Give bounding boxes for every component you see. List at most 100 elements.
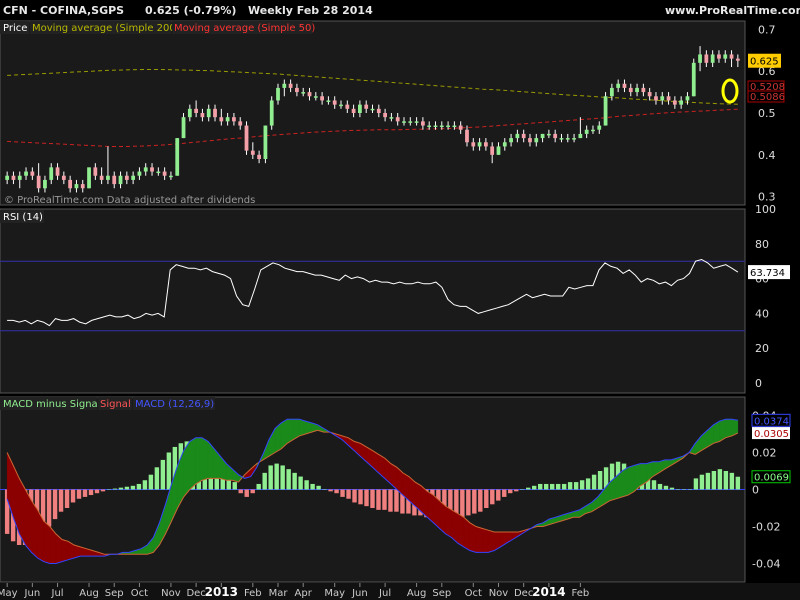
candle-body bbox=[87, 167, 91, 189]
macd-histogram-bar bbox=[508, 489, 513, 494]
candle-body bbox=[169, 175, 173, 178]
candle-body bbox=[452, 125, 457, 128]
candle-body bbox=[43, 179, 47, 189]
candle-body bbox=[603, 96, 608, 126]
x-axis-label: Mar bbox=[269, 588, 289, 599]
macd-ytick: 0.02 bbox=[752, 447, 777, 460]
macd-histogram-bar bbox=[388, 489, 393, 512]
price-ytick: 0.5 bbox=[758, 107, 776, 120]
candle-body bbox=[49, 167, 54, 180]
macd-histogram-bar bbox=[657, 483, 663, 490]
candle-body bbox=[691, 62, 696, 97]
macd-histogram-bar bbox=[687, 489, 693, 490]
candle-body bbox=[11, 175, 16, 180]
candle-body bbox=[5, 175, 10, 180]
candle-body bbox=[269, 100, 274, 126]
macd-histogram-bar bbox=[370, 489, 375, 508]
candle-body bbox=[572, 138, 576, 140]
candle-body bbox=[93, 167, 98, 176]
candle-body bbox=[408, 121, 413, 123]
macd-histogram-bar bbox=[358, 489, 363, 505]
candle-body bbox=[17, 175, 22, 180]
candle-body bbox=[591, 129, 595, 132]
candle-body bbox=[528, 138, 532, 143]
macd-histogram-bar bbox=[543, 483, 549, 490]
macd-histogram-bar bbox=[693, 478, 699, 490]
candle-body bbox=[263, 125, 268, 159]
macd-histogram-bar bbox=[669, 487, 675, 490]
x-axis-label: Sep bbox=[432, 588, 451, 599]
candle-body bbox=[225, 117, 230, 122]
candle-body bbox=[112, 175, 117, 185]
macd-histogram-bar bbox=[472, 489, 477, 514]
candle-body bbox=[458, 125, 463, 130]
x-axis-label: Aug bbox=[407, 588, 427, 599]
macd-histogram-bar bbox=[346, 489, 351, 499]
macd-histogram-bar bbox=[250, 489, 255, 494]
legend-macd-hist: MACD minus Signal bbox=[3, 399, 100, 410]
candle-body bbox=[61, 175, 66, 180]
legend-signal: Signal bbox=[100, 399, 131, 410]
candle-body bbox=[395, 117, 400, 122]
macd-histogram-bar bbox=[268, 465, 273, 490]
macd-histogram-bar bbox=[496, 489, 501, 501]
candle-body bbox=[565, 138, 570, 140]
candle-body bbox=[36, 175, 41, 189]
candle-body bbox=[339, 104, 343, 107]
candle-body bbox=[383, 113, 387, 118]
candle-body bbox=[685, 96, 690, 101]
macd-histogram-bar bbox=[591, 474, 597, 490]
macd-histogram-bar bbox=[705, 472, 711, 490]
macd-histogram-bar bbox=[675, 489, 681, 490]
rsi-ytick: 80 bbox=[755, 238, 769, 251]
candle-body bbox=[364, 104, 369, 109]
candle-body bbox=[414, 121, 419, 123]
candle-body bbox=[723, 54, 728, 59]
macd-cloud-segment bbox=[621, 466, 629, 498]
candle-body bbox=[175, 138, 180, 176]
macd-histogram-bar bbox=[238, 489, 243, 494]
macd-histogram-bar bbox=[280, 465, 285, 490]
macd-histogram-bar bbox=[46, 489, 52, 527]
macd-histogram-bar bbox=[723, 471, 729, 490]
rsi-last-label: 63.734 bbox=[750, 268, 785, 279]
candle-body bbox=[628, 87, 633, 93]
candle-body bbox=[698, 54, 702, 63]
hist-last-label: 0.0069 bbox=[754, 473, 789, 484]
macd-histogram-bar bbox=[256, 483, 261, 490]
candle-body bbox=[131, 175, 136, 180]
candle-body bbox=[295, 87, 299, 93]
macd-cloud-segment bbox=[475, 526, 483, 553]
candle-body bbox=[282, 83, 287, 88]
macd-histogram-bar bbox=[52, 489, 58, 520]
signal-last-label: 0.0305 bbox=[754, 429, 789, 440]
macd-histogram-bar bbox=[160, 459, 166, 490]
candle-body bbox=[99, 175, 104, 180]
candle-body bbox=[181, 117, 186, 139]
candle-body bbox=[326, 100, 331, 102]
x-axis-label: Apr bbox=[295, 588, 313, 599]
macd-histogram-bar bbox=[82, 489, 88, 497]
macd-histogram-bar bbox=[94, 489, 100, 494]
x-axis-label: Nov bbox=[161, 588, 181, 599]
candle-body bbox=[666, 96, 671, 101]
macd-histogram-bar bbox=[316, 485, 321, 490]
x-axis-label: Oct bbox=[131, 588, 148, 599]
rsi-ytick: 100 bbox=[755, 203, 776, 216]
candle-body bbox=[276, 87, 280, 101]
candle-body bbox=[238, 121, 243, 126]
macd-cloud-segment bbox=[487, 529, 495, 553]
candle-body bbox=[351, 108, 356, 113]
macd-histogram-bar bbox=[549, 483, 555, 490]
macd-histogram-bar bbox=[292, 472, 297, 490]
candle-body bbox=[55, 167, 60, 176]
x-axis-label: Dec bbox=[186, 588, 205, 599]
candle-body bbox=[219, 117, 224, 122]
candle-body bbox=[471, 142, 476, 147]
macd-histogram-bar bbox=[532, 485, 537, 490]
candle-body bbox=[288, 83, 293, 88]
x-axis-label: Jul bbox=[51, 588, 64, 599]
candle-body bbox=[559, 138, 564, 140]
candle-body bbox=[609, 87, 614, 97]
x-axis-label: Feb bbox=[572, 588, 590, 599]
